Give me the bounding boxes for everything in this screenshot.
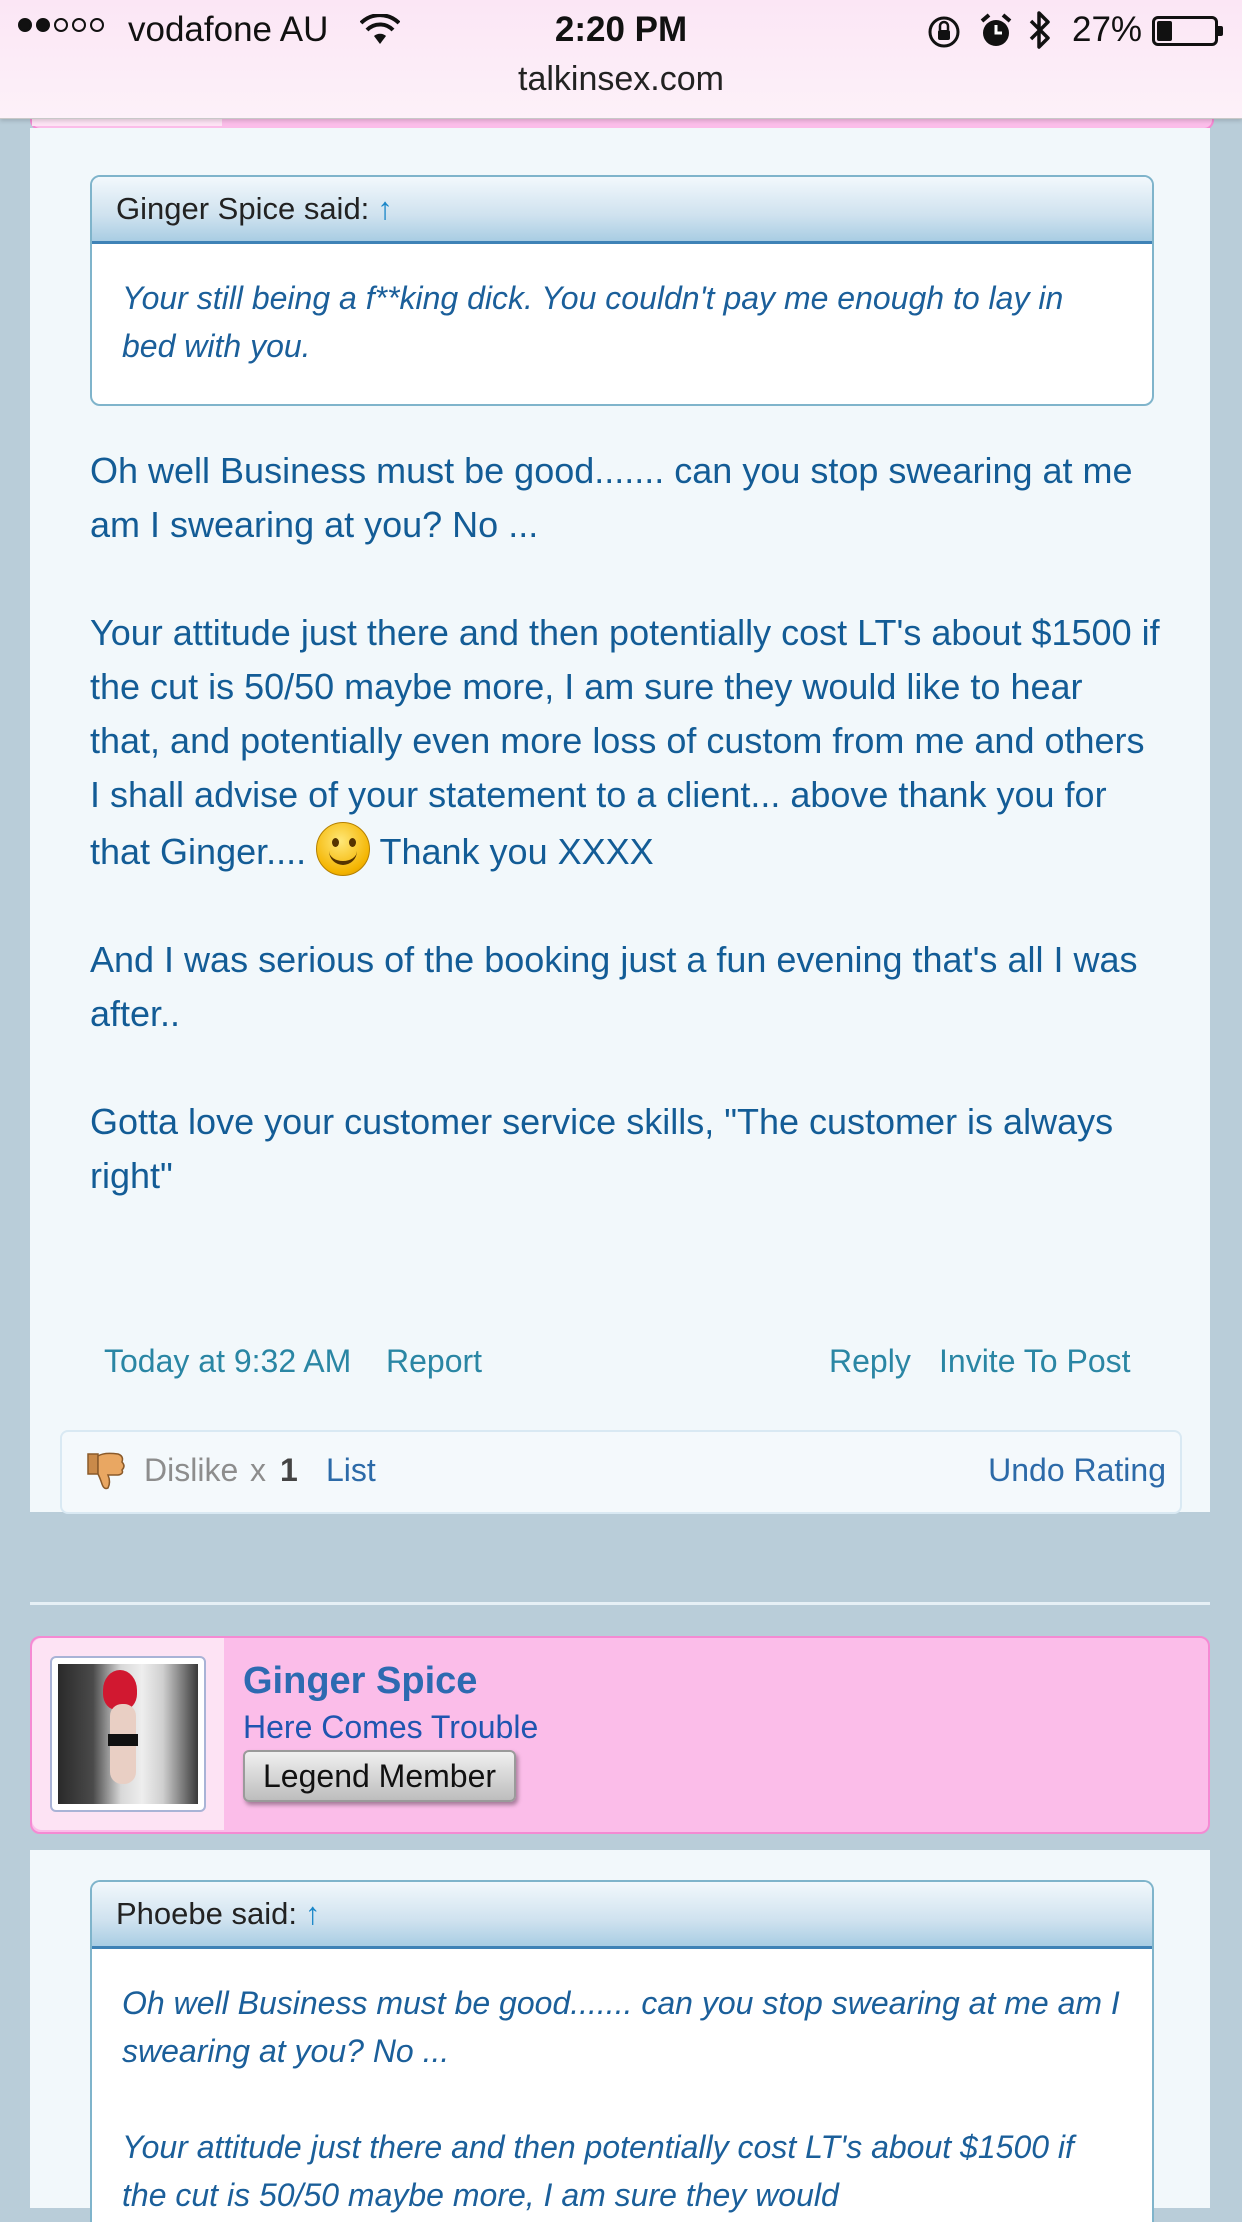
rating-count: 1 xyxy=(280,1452,298,1488)
battery-percent: 27% xyxy=(1072,10,1143,49)
quote-text: Your still being a f**king dick. You cou… xyxy=(122,280,1064,364)
message-paragraph: Oh well Business must be good....... can… xyxy=(90,450,1133,545)
status-bar: vodafone AU 2:20 PM talkinsex.com 27% xyxy=(0,0,1242,119)
avatar[interactable] xyxy=(50,1656,206,1812)
dislike-thumb-icon xyxy=(87,1452,125,1490)
alarm-icon xyxy=(980,13,1012,46)
rating-list-link[interactable]: List xyxy=(326,1452,376,1489)
orientation-lock-icon xyxy=(928,16,960,48)
clock: 2:20 PM xyxy=(554,10,688,49)
jump-to-quote-arrow-icon[interactable]: ↑ xyxy=(305,1896,321,1931)
url-bar[interactable]: talkinsex.com xyxy=(0,60,1242,99)
quote-header: Phoebe said: ↑ xyxy=(92,1882,1152,1949)
post-message: Oh well Business must be good....... can… xyxy=(90,444,1160,1257)
undo-rating-link[interactable]: Undo Rating xyxy=(988,1452,1166,1489)
quote-paragraph: Your attitude just there and then potent… xyxy=(122,2129,1074,2213)
post-divider xyxy=(30,1602,1210,1605)
post-timestamp[interactable]: Today at 9:32 AM xyxy=(104,1343,351,1380)
smiley-icon xyxy=(316,822,371,876)
author-username[interactable]: Ginger Spice xyxy=(243,1660,477,1703)
message-paragraph: Gotta love your customer service skills,… xyxy=(90,1101,1114,1196)
battery-icon xyxy=(1152,16,1223,46)
quote-text: Oh well Business must be good....... can… xyxy=(92,1949,1152,2222)
rating-times: x xyxy=(250,1452,266,1488)
author-rank-badge: Legend Member xyxy=(243,1750,517,1802)
report-link[interactable]: Report xyxy=(386,1343,482,1380)
invite-to-post-link[interactable]: Invite To Post xyxy=(939,1343,1131,1380)
rating-bar: Dislike x 1 List Undo Rating xyxy=(60,1430,1182,1514)
bluetooth-icon xyxy=(1029,11,1050,49)
quote-box: Phoebe said: ↑ Oh well Business must be g… xyxy=(90,1880,1154,2222)
quote-box: Ginger Spice said: ↑ Your still being a f… xyxy=(90,175,1154,406)
message-paragraph: And I was serious of the booking just a … xyxy=(90,939,1138,1034)
jump-to-quote-arrow-icon[interactable]: ↑ xyxy=(377,191,393,226)
quote-author: Phoebe said: xyxy=(116,1896,297,1931)
quote-header: Ginger Spice said: ↑ xyxy=(92,177,1152,244)
quote-author: Ginger Spice said: xyxy=(116,191,370,226)
quote-paragraph: Oh well Business must be good....... can… xyxy=(122,1985,1120,2069)
author-user-title: Here Comes Trouble xyxy=(243,1709,539,1745)
message-paragraph: Your attitude just there and then potent… xyxy=(90,606,1160,879)
reply-link[interactable]: Reply xyxy=(829,1343,911,1380)
dislike-label: Dislike xyxy=(144,1452,239,1488)
